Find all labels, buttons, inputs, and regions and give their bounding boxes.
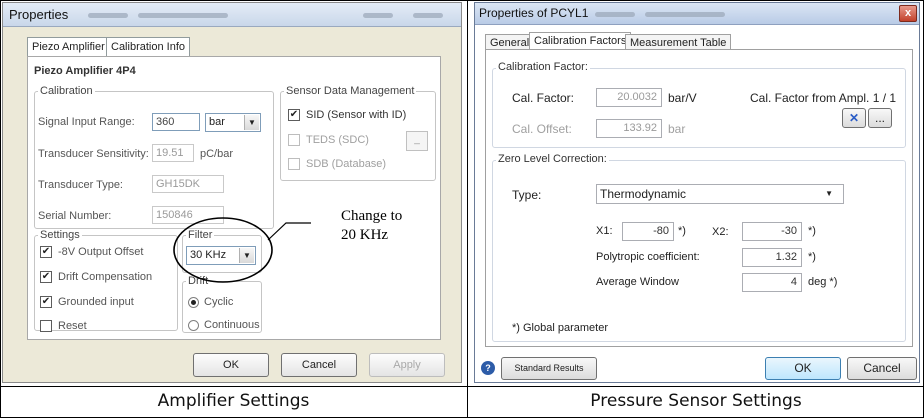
signal-unit-value: bar [209, 116, 225, 128]
more-button[interactable]: ... [868, 108, 892, 128]
avg-window-suffix: deg *) [808, 276, 838, 288]
serial-number-label: Serial Number: [38, 210, 112, 222]
x2-field[interactable]: -30 [742, 222, 802, 241]
amplifier-title-bar[interactable]: Properties [3, 3, 461, 27]
help-icon[interactable]: ? [481, 361, 495, 375]
drift-compensation-checkbox[interactable]: ✔ [40, 271, 52, 283]
standard-results-button[interactable]: Standard Results [501, 357, 597, 380]
title-blur [645, 12, 725, 17]
transducer-sensitivity-field[interactable]: 19.51 [152, 144, 194, 162]
title-blur [363, 13, 393, 18]
output-offset-checkbox[interactable]: ✔ [40, 246, 52, 258]
title-blur [138, 13, 228, 18]
calibration-factor-label: Calibration Factor: [496, 61, 590, 73]
caption-divider [0, 386, 924, 387]
x1-label: X1: [596, 225, 613, 237]
title-blur [88, 13, 128, 18]
apply-button[interactable]: Apply [369, 353, 445, 377]
teds-browse-button[interactable]: _ [406, 131, 428, 151]
grounded-input-label: Grounded input [58, 296, 134, 308]
cal-offset-label: Cal. Offset: [512, 122, 572, 136]
annotation-ellipse [173, 217, 311, 283]
x-icon: ✕ [848, 111, 860, 125]
center-divider [467, 0, 468, 418]
sensor-data-group-label: Sensor Data Management [284, 85, 417, 97]
signal-input-range-field[interactable]: 360 [152, 113, 200, 131]
cancel-button[interactable]: Cancel [281, 353, 357, 377]
tab-piezo-amplifier[interactable]: Piezo Amplifier [27, 37, 110, 56]
polytropic-suffix: *) [808, 251, 816, 263]
sid-checkbox[interactable]: ✔ [288, 109, 300, 121]
settings-group-label: Settings [38, 229, 82, 241]
sid-label: SID (Sensor with ID) [306, 109, 407, 121]
clear-factor-button[interactable]: ✕ [842, 108, 866, 128]
x2-suffix: *) [808, 225, 816, 237]
sdb-label: SDB (Database) [306, 158, 387, 170]
amplifier-heading: Piezo Amplifier 4P4 [34, 65, 136, 77]
caption-amplifier-settings: Amplifier Settings [157, 391, 310, 411]
amplifier-window: Properties Piezo Amplifier Calibration I… [2, 2, 462, 383]
sensor-window-title: Properties of PCYL1 [479, 6, 589, 20]
cal-factor-unit: bar/V [668, 91, 697, 105]
chevron-down-icon[interactable]: ▼ [244, 115, 259, 130]
polytropic-label: Polytropic coefficient: [596, 251, 700, 263]
continuous-radio[interactable] [188, 320, 199, 331]
ok-button[interactable]: OK [765, 357, 841, 380]
title-blur [595, 12, 635, 17]
sensor-panel: Calibration Factor: Cal. Factor: 20.0032… [485, 49, 913, 347]
calibration-group-label: Calibration [38, 85, 95, 97]
x1-field[interactable]: -80 [622, 222, 674, 241]
ok-button[interactable]: OK [193, 353, 269, 377]
title-blur [413, 13, 443, 18]
cal-factor-from-ampl-label: Cal. Factor from Ampl. 1 / 1 [750, 91, 897, 105]
polytropic-field[interactable]: 1.32 [742, 248, 802, 267]
type-label: Type: [512, 188, 542, 202]
cyclic-label: Cyclic [204, 296, 234, 308]
signal-unit-select[interactable]: bar ▼ [205, 113, 261, 132]
cyclic-radio[interactable] [188, 297, 199, 308]
tab-calibration-info[interactable]: Calibration Info [106, 37, 190, 56]
amplifier-panel: Piezo Amplifier 4P4 Calibration Signal I… [27, 56, 441, 340]
continuous-label: Continuous [204, 319, 260, 331]
x1-suffix: *) [678, 225, 686, 237]
sensor-title-bar[interactable]: Properties of PCYL1 x [475, 3, 919, 25]
x2-label: X2: [712, 226, 729, 238]
cal-offset-unit: bar [668, 122, 686, 136]
global-parameter-note: *) Global parameter [512, 322, 608, 334]
annotation-text: Change to 20 KHz [341, 208, 403, 243]
chevron-down-icon[interactable]: ▼ [825, 189, 833, 198]
avg-window-label: Average Window [596, 276, 679, 288]
avg-window-field[interactable]: 4 [742, 273, 802, 292]
tab-calibration-factors[interactable]: Calibration Factors [529, 32, 632, 50]
teds-label: TEDS (SDC) [306, 134, 369, 146]
zero-level-label: Zero Level Correction: [496, 153, 609, 165]
teds-checkbox[interactable] [288, 134, 300, 146]
output-offset-label: -8V Output Offset [58, 246, 144, 258]
drift-compensation-label: Drift Compensation [58, 271, 153, 283]
transducer-sensitivity-label: Transducer Sensitivity: [38, 148, 149, 160]
grounded-input-checkbox[interactable]: ✔ [40, 296, 52, 308]
sdb-checkbox[interactable] [288, 158, 300, 170]
amplifier-window-title: Properties [9, 7, 69, 22]
cal-factor-field[interactable]: 20.0032 [596, 88, 662, 107]
cal-factor-label: Cal. Factor: [512, 91, 575, 105]
transducer-type-field[interactable]: GH15DK [152, 175, 224, 193]
close-icon[interactable]: x [899, 5, 917, 22]
cancel-button[interactable]: Cancel [847, 357, 917, 380]
transducer-type-label: Transducer Type: [38, 179, 123, 191]
caption-pressure-sensor-settings: Pressure Sensor Settings [590, 391, 802, 411]
signal-input-range-label: Signal Input Range: [38, 116, 135, 128]
sensitivity-unit-label: pC/bar [200, 148, 234, 160]
reset-label: Reset [58, 320, 87, 332]
cal-offset-field[interactable]: 133.92 [596, 119, 662, 138]
type-value: Thermodynamic [600, 187, 687, 201]
reset-checkbox[interactable] [40, 320, 52, 332]
sensor-window: Properties of PCYL1 x General Calibratio… [474, 2, 920, 383]
type-select[interactable]: Thermodynamic ▼ [596, 184, 844, 204]
